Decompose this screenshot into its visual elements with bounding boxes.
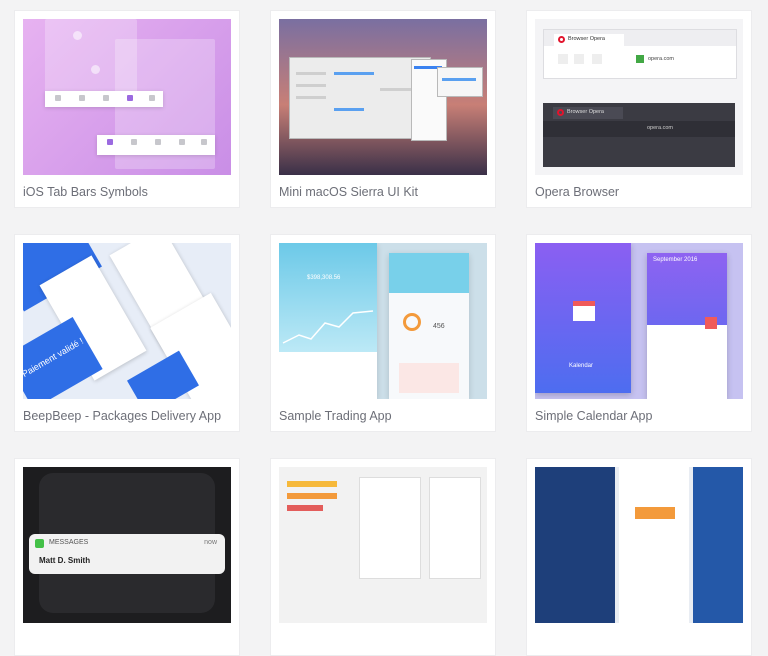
thumbnail-messages[interactable]: MESSAGES now Matt D. Smith xyxy=(23,467,231,623)
card-messages[interactable]: MESSAGES now Matt D. Smith xyxy=(14,458,240,656)
opera-logo-icon xyxy=(557,109,564,116)
thumbnail-beepbeep[interactable]: Paiement validé ! xyxy=(23,243,231,399)
card-title[interactable]: Mini macOS Sierra UI Kit xyxy=(279,185,418,199)
thumbnail-wireframe-kit[interactable] xyxy=(279,467,487,623)
card-title[interactable]: Simple Calendar App xyxy=(535,409,652,423)
month-label: September 2016 xyxy=(653,257,698,263)
card-title[interactable]: Opera Browser xyxy=(535,185,619,199)
card-calendar-app[interactable]: Kalendar September 2016 Simple Calendar … xyxy=(526,234,752,432)
reload-icon xyxy=(592,54,602,64)
card-trading-app[interactable]: $398,308.56 456 Sample Trading App xyxy=(270,234,496,432)
app-name: MESSAGES xyxy=(49,539,89,546)
thumbnail-calendar-app[interactable]: Kalendar September 2016 xyxy=(535,243,743,399)
card-title[interactable]: BeepBeep - Packages Delivery App xyxy=(23,409,221,423)
url-text: opera.com xyxy=(647,125,673,131)
add-icon xyxy=(705,317,717,329)
thumb-phone: $398,308.56 xyxy=(279,243,377,399)
balance-value: $398,308.56 xyxy=(307,275,341,281)
browser-dark: Browser Opera opera.com xyxy=(543,103,735,167)
card-title[interactable]: Sample Trading App xyxy=(279,409,392,423)
messages-app-icon xyxy=(35,539,44,548)
notification: MESSAGES now Matt D. Smith xyxy=(29,534,225,574)
thumb-popover xyxy=(437,67,483,97)
thumb-phone: Kalendar xyxy=(535,243,631,393)
lock-icon xyxy=(636,55,644,63)
thumbnail-macos-sierra[interactable] xyxy=(279,19,487,175)
card-ios-tab-bars[interactable]: iOS Tab Bars Symbols xyxy=(14,10,240,208)
thumbnail-trading-app[interactable]: $398,308.56 456 xyxy=(279,243,487,399)
thumb-window xyxy=(289,57,431,139)
back-icon xyxy=(558,54,568,64)
tab-label: Browser Opera xyxy=(567,109,604,115)
url-text: opera.com xyxy=(648,56,674,62)
card-title[interactable]: iOS Tab Bars Symbols xyxy=(23,185,148,199)
banner-text: Paiement validé ! xyxy=(23,335,86,379)
calendar-icon xyxy=(573,301,595,321)
thumb-phone: 456 xyxy=(389,253,469,399)
opera-logo-icon xyxy=(558,36,565,43)
sender-name: Matt D. Smith xyxy=(39,556,91,565)
tab-label: Browser Opera xyxy=(568,36,605,42)
forward-icon xyxy=(574,54,584,64)
thumbnail-landing-page[interactable] xyxy=(535,467,743,623)
thumb-phone: September 2016 xyxy=(647,253,727,399)
card-wireframe-kit[interactable] xyxy=(270,458,496,656)
card-beepbeep[interactable]: Paiement validé ! BeepBeep - Packages De… xyxy=(14,234,240,432)
gauge-value: 456 xyxy=(433,323,445,330)
thumbnail-opera-browser[interactable]: Browser Opera opera.com Browser Opera op… xyxy=(535,19,743,175)
gauge-icon xyxy=(403,313,421,331)
browser-light: Browser Opera opera.com xyxy=(543,29,737,79)
card-landing-page[interactable] xyxy=(526,458,752,656)
tab-bar xyxy=(97,135,215,155)
thumbnail-ios-tab-bars[interactable] xyxy=(23,19,231,175)
calendar-label: Kalendar xyxy=(569,363,594,369)
card-opera-browser[interactable]: Browser Opera opera.com Browser Opera op… xyxy=(526,10,752,208)
notification-time: now xyxy=(204,539,217,546)
slider-knob xyxy=(73,31,82,40)
slider-knob xyxy=(91,65,100,74)
card-macos-sierra[interactable]: Mini macOS Sierra UI Kit xyxy=(270,10,496,208)
price-line xyxy=(282,310,374,344)
tab-bar xyxy=(45,91,163,107)
